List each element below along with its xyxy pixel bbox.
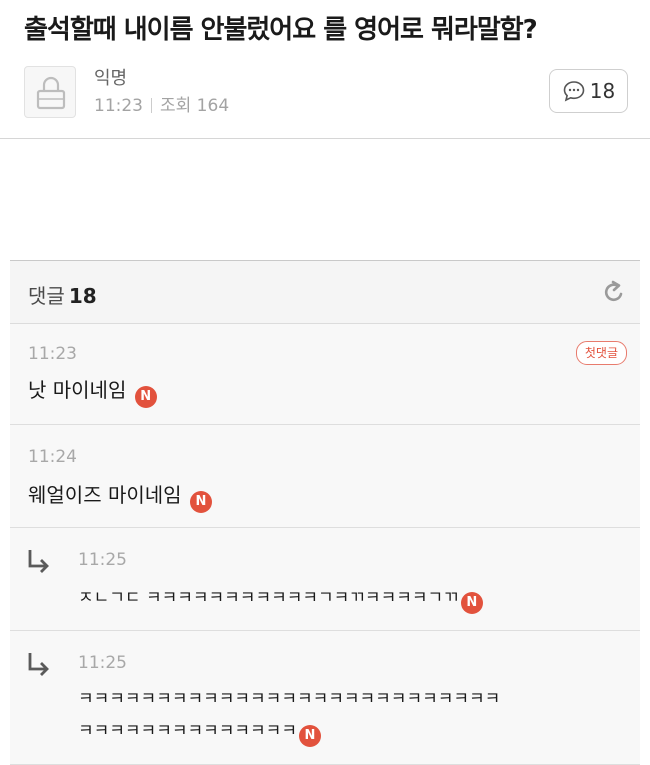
post-header: 출석할때 내이름 안불렀어요 를 영어로 뭐라말함? 익명 11:23 조회 16… [0,0,650,139]
comment-time: 11:24 [28,447,77,467]
comment-count-button[interactable]: 18 [549,69,628,113]
reply-item: 11:25 ㅈㄴㄱㄷ ㅋㅋㅋㅋㅋㅋㅋㅋㅋㅋㅋㄱㅋㄲㅋㅋㅋㅋㄱㄲ N [10,528,640,631]
speech-bubble-icon [563,81,585,102]
post-body [0,139,650,260]
comment-content: 낫 마이네임 N [28,374,157,408]
comments-label: 댓글 18 [28,280,97,309]
post-time: 11:23 [94,96,143,116]
new-badge: N [134,386,157,408]
comment-item: 11:23 첫댓글 낫 마이네임 N [10,324,640,425]
comment-count: 18 [589,79,616,103]
refresh-icon[interactable] [602,279,626,305]
reply-arrow-icon [28,653,49,676]
comment-item: 11:24 웨얼이즈 마이네임 N [10,425,640,528]
view-count: 조회 164 [160,96,230,116]
comments-count: 18 [68,284,97,308]
comment-content-line1: ㅋㅋㅋㅋㅋㅋㅋㅋㅋㅋㅋㅋㅋㅋㅋㅋㅋㅋㅋㅋㅋㅋㅋㅋㅋㅋㅋ [78,689,501,709]
comment-text: ㅋㅋㅋㅋㅋㅋㅋㅋㅋㅋㅋㅋㅋㅋ [78,721,297,741]
comment-time: 11:23 [28,344,77,364]
comment-section-header: 댓글 18 [10,260,640,324]
comment-text: 웨얼이즈 마이네임 [28,483,182,507]
comment-list: 11:23 첫댓글 낫 마이네임 N 11:24 웨얼이즈 마이네임 N 11:… [10,324,640,765]
author-avatar[interactable] [24,66,76,118]
comments-title: 댓글 [28,284,65,308]
post-title: 출석할때 내이름 안불렀어요 를 영어로 뭐라말함? [24,15,538,45]
lock-icon [36,76,66,110]
new-badge: N [189,491,212,513]
first-comment-badge: 첫댓글 [575,341,627,365]
comment-time: 11:25 [78,550,127,570]
reply-item: 11:25 ㅋㅋㅋㅋㅋㅋㅋㅋㅋㅋㅋㅋㅋㅋㅋㅋㅋㅋㅋㅋㅋㅋㅋㅋㅋㅋㅋ ㅋㅋㅋㅋㅋㅋ… [10,631,640,765]
author-name: 익명 [94,68,128,89]
comment-content: ㅈㄴㄱㄷ ㅋㅋㅋㅋㅋㅋㅋㅋㅋㅋㅋㄱㅋㄲㅋㅋㅋㅋㄱㄲ N [78,582,483,614]
post-meta: 11:23 조회 164 [94,91,229,116]
reply-arrow-icon [28,550,49,573]
new-badge: N [298,725,321,747]
comment-content-line2: ㅋㅋㅋㅋㅋㅋㅋㅋㅋㅋㅋㅋㅋㅋ N [78,715,321,747]
comment-time: 11:25 [78,653,127,673]
comment-text: 낫 마이네임 [28,378,127,402]
comment-content: 웨얼이즈 마이네임 N [28,479,212,513]
comment-text: ㅈㄴㄱㄷ ㅋㅋㅋㅋㅋㅋㅋㅋㅋㅋㅋㄱㅋㄲㅋㅋㅋㅋㄱㄲ [78,588,459,608]
meta-divider [151,98,152,113]
new-badge: N [460,592,483,614]
